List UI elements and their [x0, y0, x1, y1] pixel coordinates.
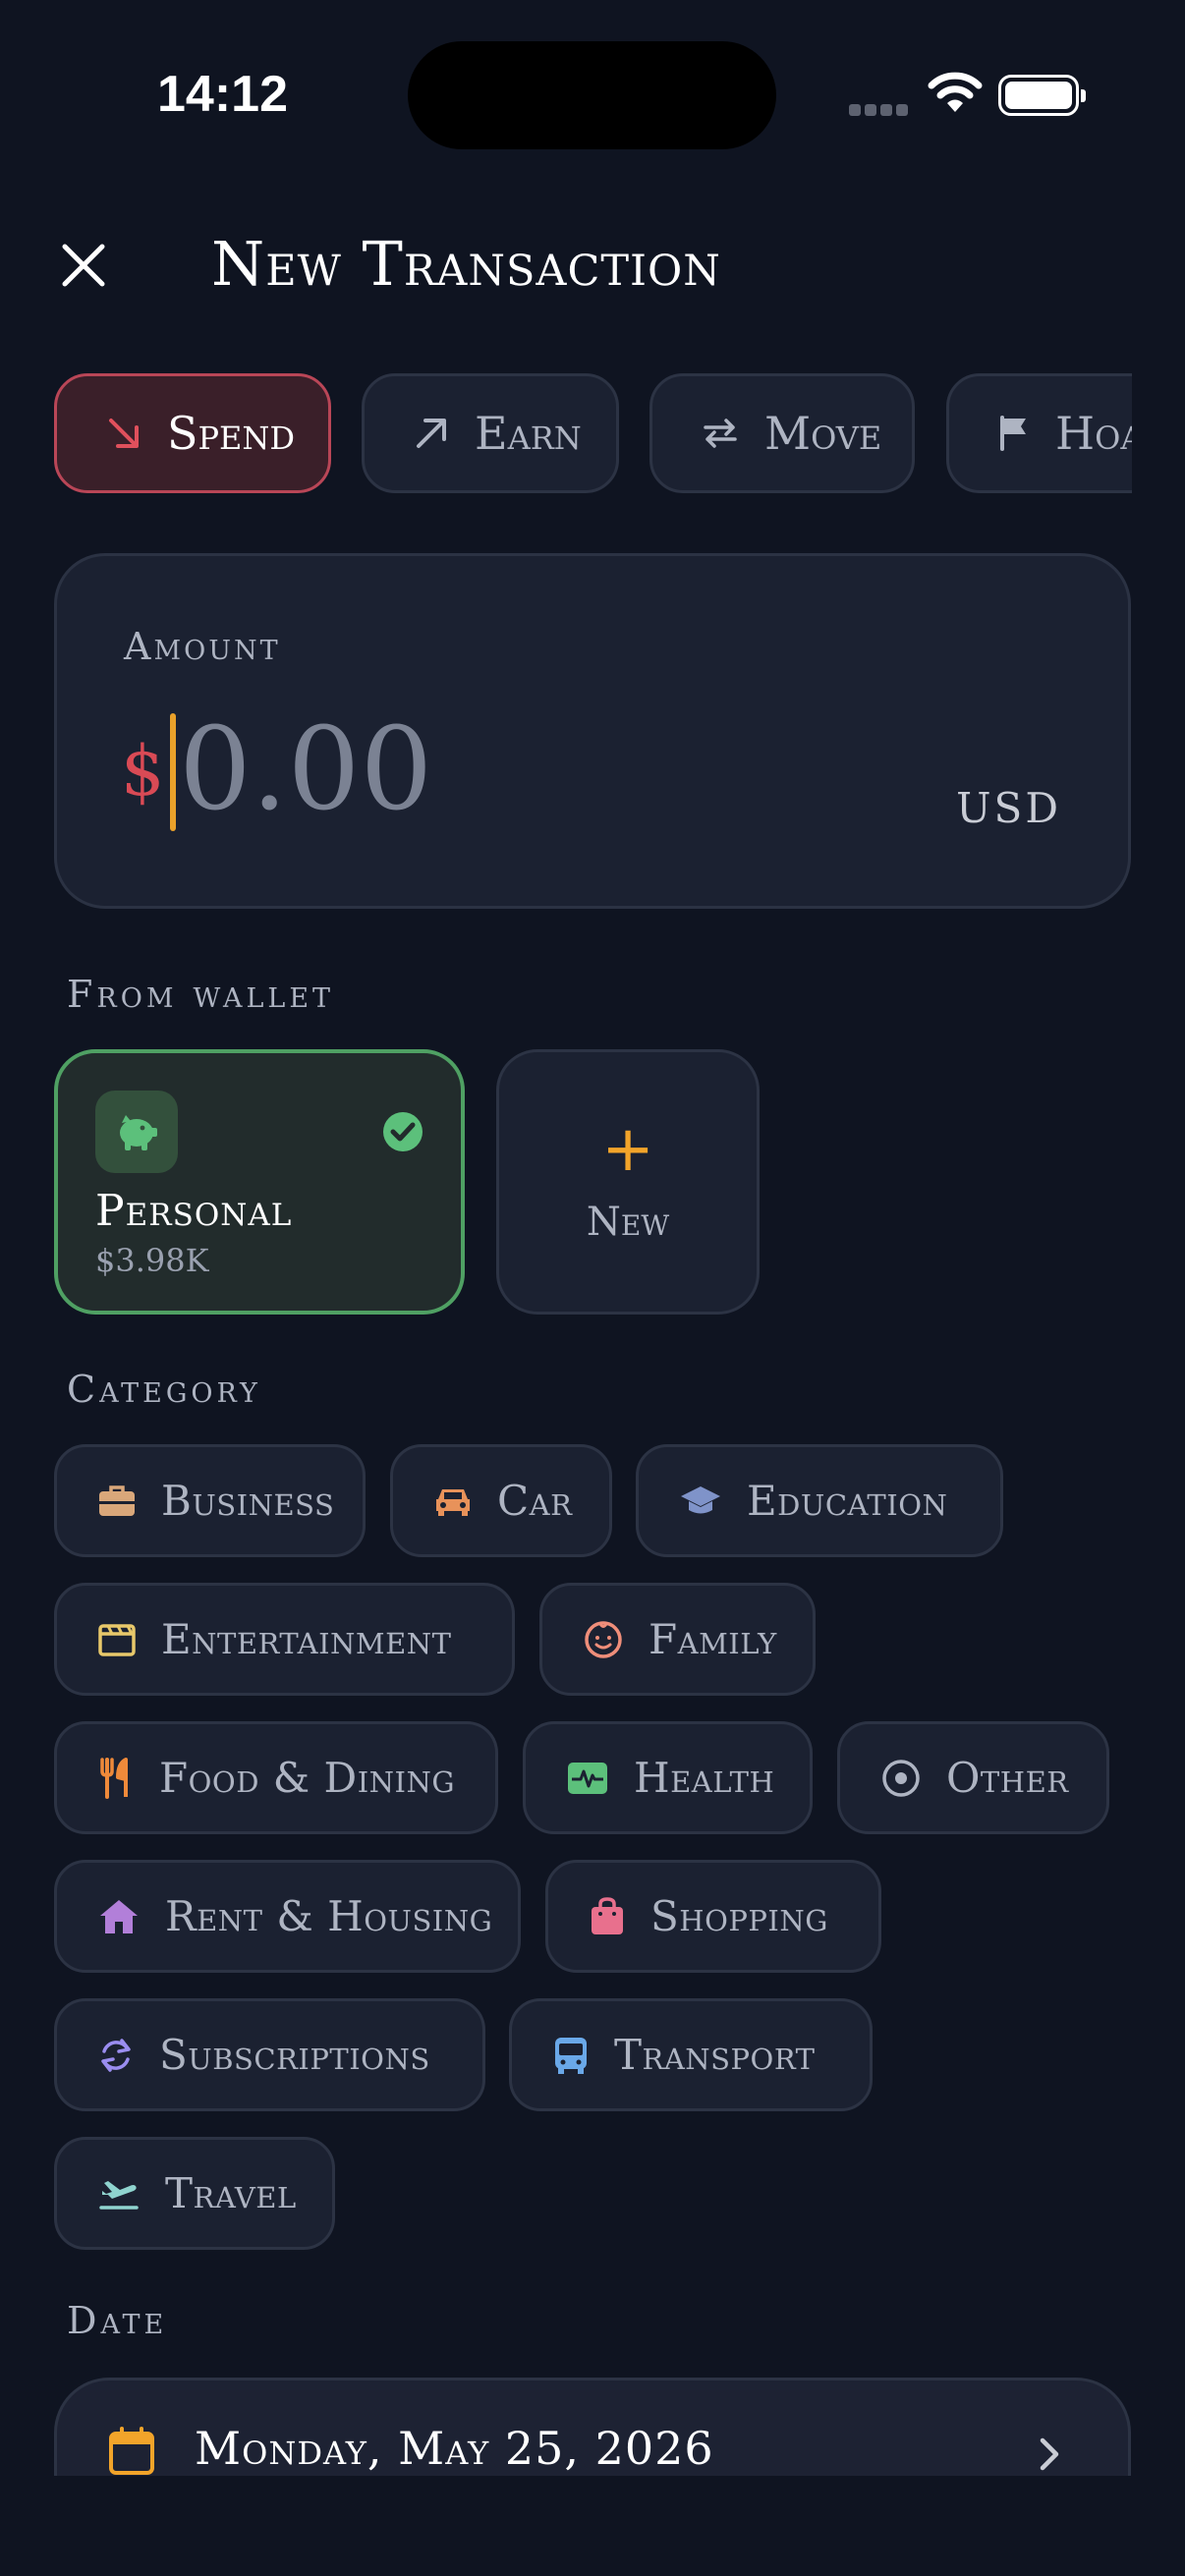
date-value: Monday, May 25, 2026	[195, 2422, 714, 2475]
tab-label: Earn	[475, 407, 582, 460]
amount-input[interactable]	[179, 703, 768, 836]
status-bar: 14:12	[0, 0, 1185, 187]
category-chip-business[interactable]: Business	[54, 1444, 366, 1557]
close-button[interactable]	[54, 236, 113, 295]
category-label: Family	[649, 1615, 777, 1663]
tab-spend[interactable]: Spend	[54, 373, 331, 493]
selected-check-icon	[383, 1112, 423, 1151]
tab-label: Hoard	[1055, 407, 1132, 460]
category-label: Transport	[614, 2031, 816, 2079]
category-chip-family[interactable]: Family	[539, 1583, 816, 1696]
close-icon	[62, 244, 105, 287]
category-chip-transport[interactable]: Transport	[509, 1998, 873, 2111]
house-icon	[100, 1899, 138, 1933]
tab-label: Spend	[167, 407, 296, 460]
piggy-bank-icon	[120, 1115, 157, 1150]
category-label: Other	[946, 1754, 1069, 1802]
new-wallet-button[interactable]: + New	[496, 1049, 760, 1315]
arrows-swap-icon	[704, 419, 737, 448]
category-chip-education[interactable]: Education	[636, 1444, 1003, 1557]
wallet-card-personal[interactable]: Personal $3.98K	[54, 1049, 465, 1315]
category-chip-subscriptions[interactable]: Subscriptions	[54, 1998, 485, 2111]
wifi-icon	[928, 72, 983, 112]
text-caret	[170, 713, 176, 831]
category-label: Food & Dining	[159, 1754, 456, 1802]
currency-code[interactable]: USD	[956, 784, 1061, 832]
category-label: Travel	[165, 2169, 297, 2217]
category-chip-entertainment[interactable]: Entertainment	[54, 1583, 515, 1696]
plus-icon: +	[601, 1113, 654, 1186]
status-time: 14:12	[157, 66, 288, 123]
category-label: Health	[634, 1754, 775, 1802]
category-label: Shopping	[650, 1892, 828, 1940]
category-label: Business	[161, 1477, 335, 1525]
transaction-type-tabs[interactable]: Spend Earn Move Hoard	[0, 373, 1132, 495]
wallet-balance: $3.98K	[95, 1242, 209, 1279]
battery-icon	[998, 75, 1086, 116]
calendar-icon	[109, 2427, 154, 2475]
category-chip-other[interactable]: Other	[837, 1721, 1109, 1834]
graduation-cap-icon	[681, 1485, 720, 1513]
briefcase-icon	[99, 1484, 135, 1516]
amount-label: Amount	[124, 625, 281, 668]
heart-pulse-icon	[568, 1762, 607, 1794]
amount-card[interactable]: Amount $ USD	[54, 553, 1131, 909]
wallet-name: Personal	[95, 1186, 293, 1236]
utensils-icon	[100, 1757, 128, 1799]
date-section-label: Date	[67, 2299, 168, 2342]
plane-icon	[99, 2180, 139, 2210]
tab-earn[interactable]: Earn	[362, 373, 619, 493]
shopping-bag-icon	[592, 1896, 623, 1934]
category-label: Education	[747, 1477, 948, 1525]
car-icon	[436, 1488, 470, 1516]
tab-hoard[interactable]: Hoard	[946, 373, 1132, 493]
wallet-icon-box	[95, 1091, 178, 1173]
category-chip-food-dining[interactable]: Food & Dining	[54, 1721, 498, 1834]
baby-face-icon	[585, 1620, 622, 1658]
category-chip-health[interactable]: Health	[523, 1721, 813, 1834]
category-label: Rent & Housing	[165, 1892, 493, 1940]
refresh-icon	[101, 2038, 131, 2072]
cellular-signal-icon	[849, 104, 908, 116]
category-chip-shopping[interactable]: Shopping	[545, 1860, 881, 1973]
circle-dot-icon	[882, 1759, 920, 1797]
bottom-safe-area	[0, 2476, 1185, 2576]
category-section-label: Category	[67, 1368, 261, 1411]
clapperboard-icon	[98, 1623, 136, 1656]
currency-symbol: $	[121, 731, 165, 812]
category-chip-travel[interactable]: Travel	[54, 2137, 335, 2250]
tab-label: Move	[764, 407, 882, 460]
arrow-down-right-icon	[109, 419, 139, 448]
chevron-right-icon	[1040, 2437, 1059, 2471]
dynamic-island	[408, 41, 776, 149]
flag-icon	[1000, 416, 1026, 451]
category-chip-rent-housing[interactable]: Rent & Housing	[54, 1860, 521, 1973]
page-title: New Transaction	[211, 228, 721, 300]
wallet-section-label: From wallet	[67, 973, 335, 1016]
category-label: Subscriptions	[159, 2031, 430, 2079]
category-chip-car[interactable]: Car	[390, 1444, 612, 1557]
category-label: Entertainment	[161, 1615, 452, 1663]
bus-icon	[555, 2037, 587, 2074]
category-label: Car	[497, 1477, 573, 1525]
tab-move[interactable]: Move	[649, 373, 915, 493]
arrow-up-right-icon	[417, 419, 446, 448]
new-wallet-label: New	[586, 1200, 670, 1245]
